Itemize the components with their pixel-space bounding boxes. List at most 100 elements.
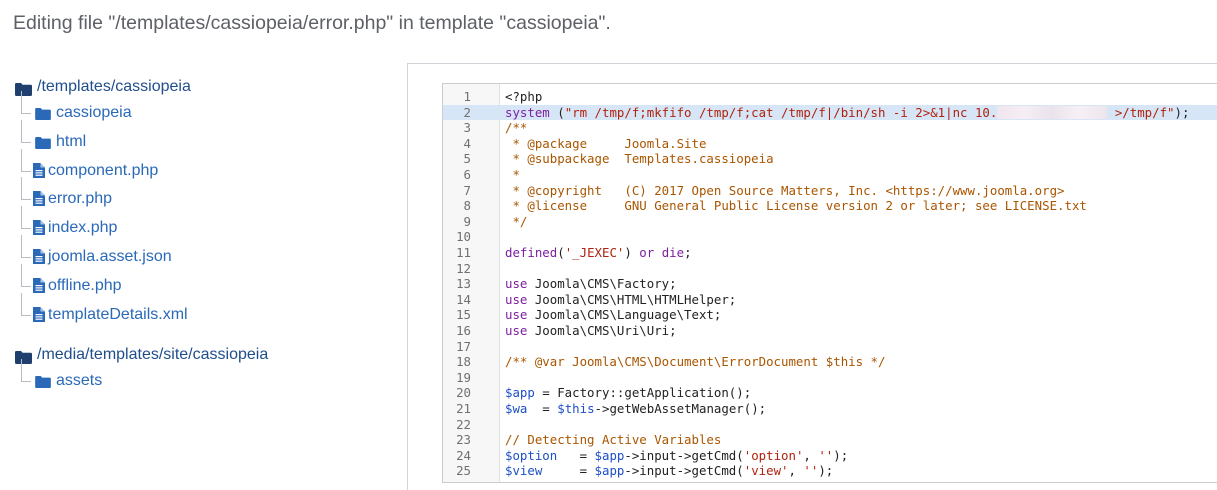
tree-root-label[interactable]: /templates/cassiopeia	[37, 76, 191, 98]
code-line[interactable]: 25 $view = $app->input->getCmd('view', ''…	[443, 463, 1217, 479]
code-text[interactable]: * @copyright (C) 2017 Open Source Matter…	[505, 183, 1064, 199]
tree-connector	[21, 141, 31, 143]
code-line[interactable]: 19	[443, 370, 1217, 386]
tree-item-label[interactable]: html	[56, 133, 86, 151]
tree-connector	[21, 234, 22, 257]
code-editor[interactable]: 1 <?php 2 system ("rm /tmp/f;mkfifo /tmp/f;…	[442, 83, 1217, 483]
code-line[interactable]: 14 use Joomla\CMS\HTML\HTMLHelper;	[443, 292, 1217, 308]
code-text[interactable]: use Joomla\CMS\Uri\Uri;	[505, 323, 677, 339]
folder-icon	[35, 136, 51, 154]
code-text[interactable]: use Joomla\CMS\HTML\HTMLHelper;	[505, 292, 736, 308]
line-number: 22	[456, 416, 471, 432]
tree-folder-item[interactable]: html	[21, 119, 394, 156]
code-line[interactable]: 21 $wa = $this->getWebAssetManager();	[443, 401, 1217, 417]
tree-connector	[21, 381, 31, 383]
code-text[interactable]: * @license GNU General Public License ve…	[505, 198, 1086, 214]
code-text[interactable]: $view = $app->input->getCmd('view', '');	[505, 463, 833, 479]
code-line[interactable]: 3 /**	[443, 120, 1217, 136]
line-number: 21	[456, 401, 471, 416]
code-line[interactable]: 10	[443, 229, 1217, 245]
code-line[interactable]: 2 system ("rm /tmp/f;mkfifo /tmp/f;cat /t…	[443, 104, 1217, 121]
line-number: 19	[456, 369, 471, 385]
code-text[interactable]: // Detecting Active Variables	[505, 432, 721, 448]
tree-item-label[interactable]: error.php	[48, 190, 112, 208]
line-number: 14	[456, 291, 471, 307]
code-line[interactable]: 1 <?php	[443, 89, 1217, 105]
code-line[interactable]: 22	[443, 417, 1217, 433]
code-text[interactable]: $option = $app->input->getCmd('option', …	[505, 448, 848, 464]
tree-connector	[21, 359, 22, 382]
tree-root-media[interactable]: /media/templates/site/cassiopeia	[14, 344, 394, 366]
tree-folder-item[interactable]: cassiopeia	[21, 91, 394, 127]
line-number: 7	[463, 182, 471, 198]
line-number: 24	[456, 447, 471, 463]
line-number: 20	[456, 385, 471, 401]
code-line[interactable]: 24 $option = $app->input->getCmd('option'…	[443, 448, 1217, 464]
code-text[interactable]: $wa = $this->getWebAssetManager();	[505, 401, 766, 417]
tree-file-item[interactable]: offline.php	[21, 263, 394, 300]
code-text[interactable]: *	[505, 167, 519, 183]
tree-file-item[interactable]: joomla.asset.json	[21, 234, 394, 271]
line-number: 12	[456, 260, 471, 276]
code-line[interactable]: 20 $app = Factory::getApplication();	[443, 385, 1217, 401]
code-line[interactable]: 6 *	[443, 167, 1217, 183]
tree-item-label[interactable]: offline.php	[48, 277, 122, 295]
tree-file-item[interactable]: component.php	[21, 148, 394, 185]
code-text[interactable]: <?php	[505, 89, 542, 105]
code-line[interactable]: 9 */	[443, 214, 1217, 230]
tree-file-item[interactable]: error.php	[21, 177, 394, 213]
code-text[interactable]: use Joomla\CMS\Factory;	[505, 276, 677, 292]
line-number: 15	[456, 307, 471, 323]
line-number: 4	[463, 135, 471, 151]
tree-root-templates[interactable]: /templates/cassiopeia	[14, 76, 394, 98]
code-line[interactable]: 7 * @copyright (C) 2017 Open Source Matt…	[443, 183, 1217, 199]
code-text[interactable]: /** @var Joomla\CMS\Document\ErrorDocume…	[505, 354, 885, 370]
tree-file-item[interactable]: templateDetails.xml	[21, 292, 394, 329]
tree-folder-item[interactable]: assets	[21, 359, 394, 395]
file-icon	[33, 220, 45, 240]
line-number: 25	[456, 463, 471, 479]
line-number: 8	[463, 198, 471, 214]
code-text[interactable]: $app = Factory::getApplication();	[505, 385, 751, 401]
tree-root-label[interactable]: /media/templates/site/cassiopeia	[37, 344, 268, 366]
tree-connector	[21, 119, 22, 142]
code-text[interactable]: * @subpackage Templates.cassiopeia	[505, 151, 773, 167]
code-line[interactable]: 12	[443, 261, 1217, 277]
code-line[interactable]: 15 use Joomla\CMS\Language\Text;	[443, 307, 1217, 323]
line-number: 1	[463, 89, 471, 104]
tree-item-label[interactable]: index.php	[48, 219, 117, 237]
tree-connector	[21, 148, 22, 171]
code-line[interactable]: 4 * @package Joomla.Site	[443, 136, 1217, 152]
code-text[interactable]: */	[505, 214, 527, 230]
tree-connector	[21, 199, 31, 201]
file-icon	[33, 162, 45, 183]
tree-connector	[21, 91, 22, 113]
line-number: 17	[456, 338, 471, 354]
code-line[interactable]: 17	[443, 339, 1217, 355]
line-number: 10	[456, 229, 471, 245]
code-text[interactable]: * @package Joomla.Site	[505, 136, 706, 152]
code-line[interactable]: 5 * @subpackage Templates.cassiopeia	[443, 151, 1217, 167]
tree-item-label[interactable]: cassiopeia	[56, 104, 132, 122]
code-text[interactable]: defined('_JEXEC') or die;	[505, 245, 692, 261]
code-text[interactable]: system ("rm /tmp/f;mkfifo /tmp/f;cat /tm…	[505, 105, 1189, 121]
file-icon	[33, 191, 45, 211]
code-line[interactable]: 11 defined('_JEXEC') or die;	[443, 245, 1217, 261]
tree-item-label[interactable]: component.php	[48, 162, 158, 180]
code-text[interactable]: use Joomla\CMS\Language\Text;	[505, 307, 721, 323]
code-line[interactable]: 16 use Joomla\CMS\Uri\Uri;	[443, 323, 1217, 339]
line-number: 16	[456, 323, 471, 338]
code-line[interactable]: 23 // Detecting Active Variables	[443, 432, 1217, 448]
tree-item-label[interactable]: assets	[56, 372, 102, 390]
line-number: 3	[463, 120, 471, 136]
tree-item-label[interactable]: joomla.asset.json	[48, 248, 172, 266]
tree-item-label[interactable]: templateDetails.xml	[48, 306, 188, 324]
code-text[interactable]: /**	[505, 120, 527, 136]
code-line[interactable]: 8 * @license GNU General Public License …	[443, 198, 1217, 214]
line-number: 5	[463, 151, 471, 167]
code-line[interactable]: 18 /** @var Joomla\CMS\Document\ErrorDocu…	[443, 354, 1217, 370]
code-line[interactable]: 13 use Joomla\CMS\Factory;	[443, 276, 1217, 292]
tree-children-templates: cassiopeia html component.php error.php inde…	[21, 91, 394, 329]
tree-file-item[interactable]: index.php	[21, 206, 394, 242]
file-tree: /templates/cassiopeia cassiopeia html comp…	[14, 76, 394, 395]
